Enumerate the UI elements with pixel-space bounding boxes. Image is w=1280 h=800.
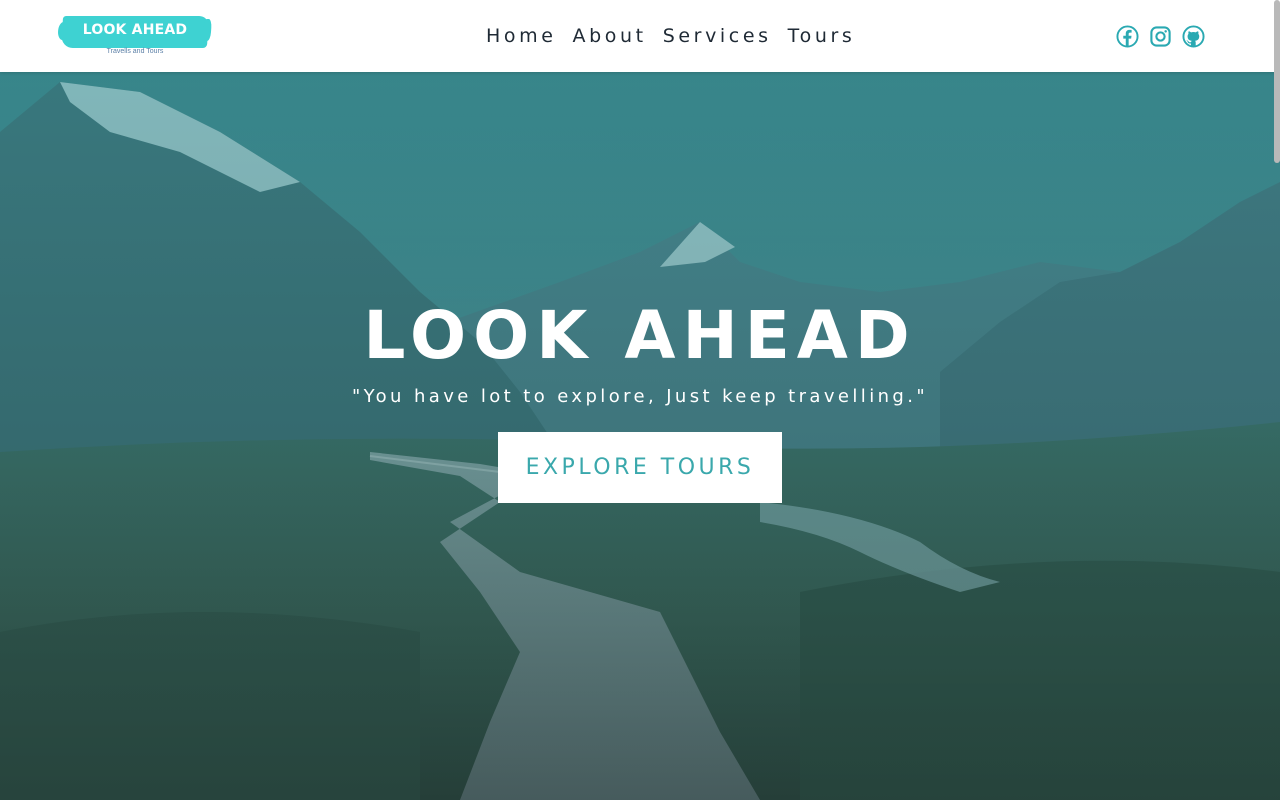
site-header: LOOK AHEAD Travells and Tours Home About… [0, 0, 1280, 72]
hero-tagline: "You have lot to explore, Just keep trav… [351, 386, 929, 407]
explore-tours-button[interactable]: EXPLORE TOURS [498, 432, 782, 503]
nav-link-about[interactable]: About [573, 24, 647, 48]
logo-subtitle: Travells and Tours [106, 48, 164, 55]
logo-title: LOOK AHEAD [82, 22, 188, 38]
instagram-icon[interactable] [1149, 25, 1172, 48]
scrollbar-thumb[interactable] [1274, 0, 1280, 163]
hero-title: LOOK AHEAD [363, 297, 917, 374]
nav-link-services[interactable]: Services [663, 24, 772, 48]
nav-link-home[interactable]: Home [486, 24, 557, 48]
nav-link-tours[interactable]: Tours [788, 24, 856, 48]
hero-section: LOOK AHEAD "You have lot to explore, Jus… [0, 72, 1280, 800]
logo[interactable]: LOOK AHEAD Travells and Tours [60, 16, 210, 58]
github-icon[interactable] [1182, 25, 1205, 48]
main-nav: Home About Services Tours [486, 24, 855, 48]
facebook-icon[interactable] [1116, 25, 1139, 48]
social-links [1116, 25, 1205, 48]
page-scrollbar[interactable] [1274, 0, 1280, 800]
